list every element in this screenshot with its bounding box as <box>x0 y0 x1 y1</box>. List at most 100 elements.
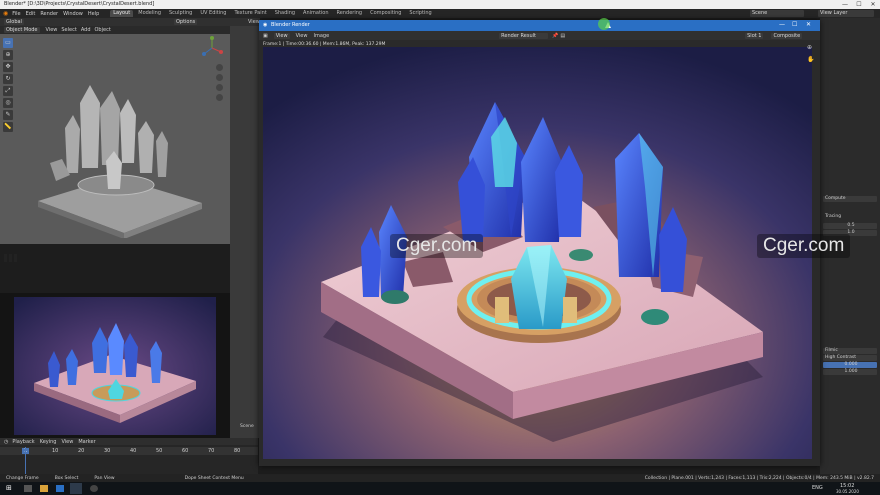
zoom-icon[interactable] <box>216 64 223 71</box>
viewport-menu-view[interactable]: View <box>46 27 58 33</box>
workspace-tabs: Layout Modeling Sculpting UV Editing Tex… <box>110 10 436 17</box>
tab-layout[interactable]: Layout <box>110 10 134 17</box>
viewport-header: Global Options <box>0 18 230 26</box>
viewport-nav-buttons <box>216 64 224 104</box>
menu-window[interactable]: Window <box>63 11 83 17</box>
cursor-icon[interactable]: ⊕ <box>3 50 13 60</box>
tab-rendering[interactable]: Rendering <box>334 10 366 17</box>
measure-icon[interactable]: 📏 <box>3 122 13 132</box>
tab-modeling[interactable]: Modeling <box>135 10 164 17</box>
object-mode-dropdown[interactable]: Object Mode <box>4 27 40 33</box>
options-dropdown[interactable]: Options <box>173 19 198 25</box>
click-highlight-icon <box>598 18 610 30</box>
tab-texture-paint[interactable]: Texture Paint <box>231 10 269 17</box>
render-maximize-button[interactable]: ☐ <box>792 21 797 28</box>
layer-selector[interactable]: Composite <box>771 32 803 39</box>
render-minimize-button[interactable]: — <box>779 21 785 28</box>
tab-scripting[interactable]: Scripting <box>406 10 434 17</box>
timeline-menu-keying[interactable]: Keying <box>40 439 57 445</box>
secondary-editor-header: View <box>230 18 260 26</box>
minimize-button[interactable]: — <box>838 0 852 9</box>
annotate-icon[interactable]: ✎ <box>3 110 13 120</box>
editor-type-icon[interactable]: ▣ <box>263 33 268 39</box>
slot-selector[interactable]: Slot 1 <box>745 32 764 39</box>
tab-sculpting[interactable]: Sculpting <box>166 10 195 17</box>
close-button[interactable]: ✕ <box>866 0 880 9</box>
status-change-frame: Change Frame <box>6 475 39 481</box>
viewport-subheader: Object Mode View Select Add Object <box>0 26 230 34</box>
timeline-menu-marker[interactable]: Marker <box>78 439 95 445</box>
timeline-type-icon[interactable]: ◷ <box>4 439 8 445</box>
app-icon[interactable] <box>56 485 64 492</box>
viewport-menu-select[interactable]: Select <box>61 27 76 33</box>
3d-viewport[interactable]: Global Options Object Mode View Select A… <box>0 18 230 262</box>
render-window-titlebar[interactable]: ◉ Blender Render — ☐ ✕ <box>259 20 820 31</box>
timeline-menu-playback[interactable]: Playback <box>12 439 34 445</box>
exposure-field[interactable]: 0.000 <box>823 362 877 368</box>
menu-file[interactable]: File <box>12 11 20 17</box>
frame-tick-label: 50 <box>156 448 163 454</box>
pan-icon[interactable] <box>216 74 223 81</box>
move-icon[interactable]: ✥ <box>3 62 13 72</box>
blender-taskbar-icon[interactable] <box>70 483 82 494</box>
view-transform-field[interactable]: Filmic <box>823 348 877 354</box>
render-result-image <box>263 47 812 459</box>
windows-start-icon[interactable]: ⊞ <box>6 484 12 492</box>
app-icon[interactable] <box>90 485 98 492</box>
menu-help[interactable]: Help <box>88 11 99 17</box>
tab-compositing[interactable]: Compositing <box>367 10 404 17</box>
navigation-gizmo[interactable] <box>200 36 224 60</box>
select-box-icon[interactable]: ▭ <box>3 38 13 48</box>
tab-uv-editing[interactable]: UV Editing <box>197 10 229 17</box>
main-menu: File Edit Render Window Help <box>12 11 104 17</box>
render-menu-view-2[interactable]: View <box>296 33 308 39</box>
tab-shading[interactable]: Shading <box>272 10 298 17</box>
watermark-text: Cger.com <box>390 234 484 258</box>
render-pan-icon[interactable]: ✋ <box>807 56 814 63</box>
status-box-select: Box Select <box>54 475 79 481</box>
camera-view-icon[interactable] <box>216 84 223 91</box>
scene-selector[interactable]: Scene <box>750 10 804 17</box>
view-layer-selector[interactable]: View Layer <box>818 10 874 17</box>
maximize-button[interactable]: ☐ <box>852 0 866 9</box>
frame-tick-label: 40 <box>130 448 137 454</box>
render-menu-image[interactable]: Image <box>313 33 329 39</box>
render-close-button[interactable]: ✕ <box>806 21 811 28</box>
watermark-text: Cger.com <box>757 234 851 258</box>
blender-render-window[interactable]: ◉ Blender Render — ☐ ✕ ▣ View View Image… <box>259 20 820 466</box>
gamma-field[interactable]: 1.000 <box>823 369 877 375</box>
render-window-icon: ◉ <box>263 22 268 28</box>
property-field[interactable]: 0.5 <box>823 223 877 229</box>
frame-tick-label: 10 <box>52 448 59 454</box>
frame-ruler[interactable]: 1 10 20 30 40 50 60 70 80 <box>0 447 258 455</box>
transform-orientation-dropdown[interactable]: Global <box>4 19 24 25</box>
pin-icon[interactable]: 📌 <box>552 33 558 39</box>
image-selector[interactable]: Render Result <box>499 32 549 39</box>
render-zoom-icon[interactable]: ⊕ <box>807 44 812 51</box>
folder-icon[interactable]: ▤ <box>560 33 565 39</box>
viewport-menu-object[interactable]: Object <box>95 27 111 33</box>
render-preview-panel[interactable] <box>0 293 230 438</box>
window-title: Blender* [D:\3D\Projects\CrystalDesert\C… <box>4 1 155 7</box>
status-pan-view: Pan View <box>94 475 115 481</box>
scale-icon[interactable]: ⤢ <box>3 86 13 96</box>
viewport-stats <box>4 254 17 264</box>
rotate-icon[interactable]: ↻ <box>3 74 13 84</box>
viewport-menu-add[interactable]: Add <box>81 27 91 33</box>
render-menu-view[interactable]: View <box>273 32 290 39</box>
window-titlebar: Blender* [D:\3D\Projects\CrystalDesert\C… <box>0 0 880 9</box>
menu-render[interactable]: Render <box>40 11 58 17</box>
explorer-icon[interactable] <box>40 485 48 492</box>
look-field[interactable]: High Contrast <box>823 355 877 361</box>
tab-animation[interactable]: Animation <box>300 10 332 17</box>
language-indicator[interactable]: ENG <box>812 485 823 491</box>
timeline-menu-view[interactable]: View <box>61 439 73 445</box>
taskbar-app-icon[interactable] <box>24 485 32 492</box>
property-field[interactable]: Compute <box>823 196 877 202</box>
secondary-editor: Scene <box>230 26 260 438</box>
playhead[interactable] <box>25 447 26 477</box>
transform-icon[interactable]: ◎ <box>3 98 13 108</box>
menu-edit[interactable]: Edit <box>26 11 36 17</box>
perspective-icon[interactable] <box>216 94 223 101</box>
blender-logo-icon[interactable]: ◉ <box>3 10 8 17</box>
